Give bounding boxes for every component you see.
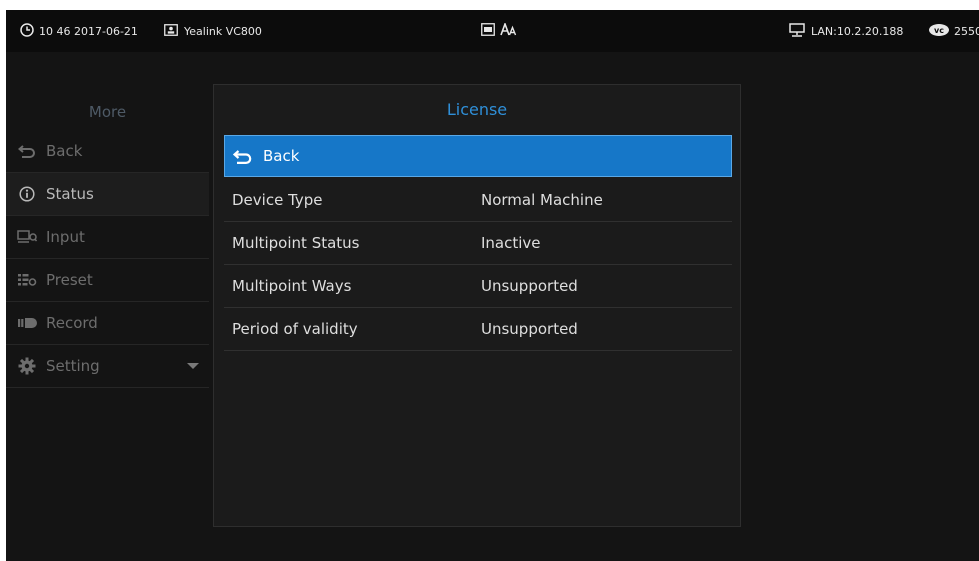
sidebar-item-label: Record xyxy=(46,314,98,332)
row-value: Unsupported xyxy=(481,320,578,338)
device-group: Yealink VC800 xyxy=(164,22,262,40)
back-arrow-icon xyxy=(16,142,38,160)
font-size-icon xyxy=(500,21,518,39)
vc-group: vc 2550 xyxy=(928,22,979,40)
row-label: Multipoint Ways xyxy=(232,277,352,295)
license-info-list: Device Type Normal Machine Multipoint St… xyxy=(224,179,732,351)
sidebar-item-input[interactable]: Input xyxy=(6,216,209,259)
license-panel: License Back Device Type Normal Machine … xyxy=(213,84,741,527)
row-value: Normal Machine xyxy=(481,191,603,209)
network-group: LAN:10.2.20.188 xyxy=(789,22,903,40)
row-label: Multipoint Status xyxy=(232,234,360,252)
site-number: 2550 xyxy=(954,24,979,38)
back-arrow-icon xyxy=(233,149,253,164)
device-name: Yealink VC800 xyxy=(184,24,262,38)
account-icon xyxy=(164,23,178,39)
screen: 10 46 2017-06-21 Yealink VC800 LAN:10.2.… xyxy=(6,10,979,561)
network-icon xyxy=(789,22,805,40)
list-item[interactable]: Multipoint Ways Unsupported xyxy=(224,265,732,308)
row-label: Period of validity xyxy=(232,320,358,338)
row-value: Unsupported xyxy=(481,277,578,295)
center-icons xyxy=(481,21,518,40)
camera-control-icon xyxy=(481,23,495,39)
sidebar-item-status[interactable]: Status xyxy=(6,173,209,216)
sidebar-item-label: Input xyxy=(46,228,85,246)
sidebar-title: More xyxy=(88,103,127,121)
list-item[interactable]: Period of validity Unsupported xyxy=(224,308,732,351)
sidebar-item-setting[interactable]: Setting xyxy=(6,345,209,388)
row-value: Inactive xyxy=(481,234,541,252)
page-title: License xyxy=(446,100,508,119)
sidebar-item-label: Status xyxy=(46,185,94,203)
clock-icon xyxy=(20,22,34,40)
sidebar-menu: More Back Status Input Preset Record Set… xyxy=(6,94,209,414)
lan-address: LAN:10.2.20.188 xyxy=(811,24,904,38)
sidebar-item-back[interactable]: Back xyxy=(6,130,209,173)
preset-icon xyxy=(16,271,38,289)
vc-icon: vc xyxy=(928,23,950,40)
sidebar-item-preset[interactable]: Preset xyxy=(6,259,209,302)
svg-text:vc: vc xyxy=(934,26,944,35)
list-item[interactable]: Device Type Normal Machine xyxy=(224,179,732,222)
gear-icon xyxy=(16,357,38,375)
sidebar-item-label: Setting xyxy=(46,357,100,375)
status-bar: 10 46 2017-06-21 Yealink VC800 LAN:10.2.… xyxy=(6,10,979,52)
chevron-down-icon xyxy=(187,363,199,369)
back-button[interactable]: Back xyxy=(224,135,732,177)
list-item[interactable]: Multipoint Status Inactive xyxy=(224,222,732,265)
input-icon xyxy=(16,228,38,246)
status-time: 10 46 2017-06-21 xyxy=(39,24,138,38)
sidebar-item-label: Back xyxy=(46,142,83,160)
record-icon xyxy=(16,314,38,332)
clock-group: 10 46 2017-06-21 xyxy=(20,22,138,40)
info-icon xyxy=(16,185,38,203)
row-label: Device Type xyxy=(232,191,323,209)
back-label: Back xyxy=(263,147,300,165)
sidebar-item-record[interactable]: Record xyxy=(6,302,209,345)
sidebar-item-label: Preset xyxy=(46,271,93,289)
